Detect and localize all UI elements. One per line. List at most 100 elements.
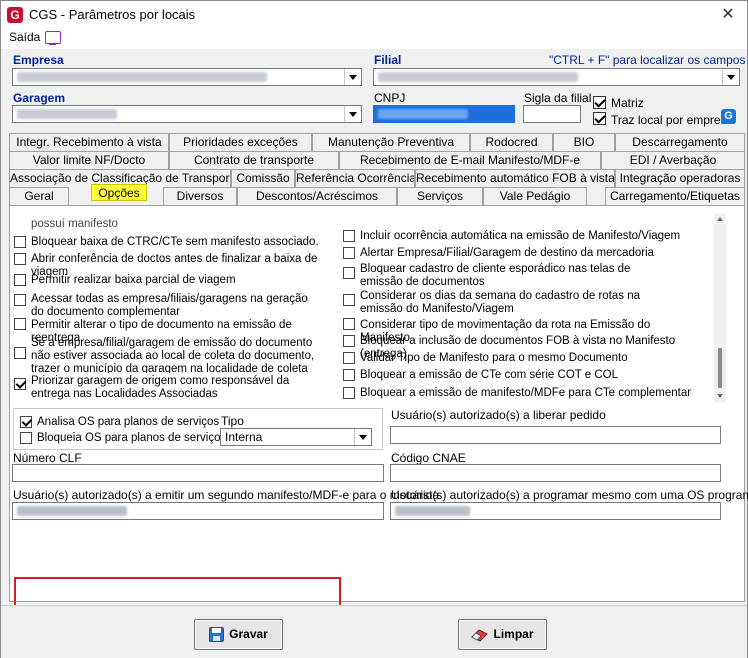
- option-label: Bloquear baixa de CTRC/CTe sem manifesto…: [31, 236, 319, 248]
- tab-comissao[interactable]: Comissão: [231, 169, 295, 187]
- option-checkbox[interactable]: [14, 253, 26, 265]
- option-checkbox[interactable]: [343, 369, 355, 381]
- tipo-value: Interna: [225, 430, 263, 444]
- menu-bar: Saída: [1, 29, 747, 49]
- tab-prioridades[interactable]: Prioridades exceções: [169, 133, 312, 151]
- app-window: G CGS - Parâmetros por locais ✕ Saída Em…: [0, 0, 748, 658]
- tab-carregamento[interactable]: Carregamento/Etiquetas: [605, 187, 745, 206]
- traz-local-label: Traz local por empresa: [611, 113, 734, 127]
- window-title: CGS - Parâmetros por locais: [29, 7, 196, 22]
- scroll-up-icon[interactable]: [717, 217, 723, 221]
- menu-saida[interactable]: Saída: [9, 30, 40, 44]
- redacted-value: [378, 109, 468, 119]
- usuario-programar-label: Usuário(s) autorizado(s) a programar mes…: [391, 488, 748, 502]
- option-checkbox[interactable]: [343, 230, 355, 242]
- chevron-down-icon[interactable]: [344, 69, 361, 85]
- codigo-cnae-label: Código CNAE: [391, 451, 466, 465]
- tab-integr-recebimento[interactable]: Integr. Recebimento à vista: [9, 133, 169, 151]
- matriz-checkbox[interactable]: [593, 96, 606, 109]
- option-checkbox[interactable]: [14, 274, 26, 286]
- cnpj-label: CNPJ: [374, 91, 406, 105]
- app-logo-icon: G: [7, 7, 23, 23]
- tab-manutencao[interactable]: Manutenção Preventiva: [312, 133, 470, 151]
- bottom-bar: Gravar Limpar: [1, 605, 747, 658]
- option-checkbox[interactable]: [14, 347, 26, 359]
- tab-servicos[interactable]: Serviços: [397, 187, 483, 206]
- redacted-value: [17, 109, 117, 119]
- highlight-box: [14, 577, 341, 608]
- tab-valor-limite[interactable]: Valor limite NF/Docto: [9, 151, 169, 169]
- filial-label: Filial: [374, 53, 402, 67]
- tab-diversos[interactable]: Diversos: [163, 187, 237, 206]
- redacted-value: [17, 72, 267, 82]
- option-checkbox[interactable]: [343, 247, 355, 259]
- numero-clf-field[interactable]: [12, 464, 384, 482]
- option-checkbox[interactable]: [343, 335, 355, 347]
- usuario-programar-field[interactable]: [390, 502, 721, 520]
- option-checkbox[interactable]: [343, 318, 355, 330]
- bloqueia-os-checkbox[interactable]: [20, 432, 32, 444]
- scroll-thumb[interactable]: [718, 348, 722, 388]
- option-label: Incluir ocorrência automática na emissão…: [360, 230, 681, 242]
- eraser-icon: [471, 629, 489, 642]
- analisa-os-checkbox[interactable]: [20, 416, 32, 428]
- options-scrollbar[interactable]: [714, 214, 726, 402]
- tab-contrato[interactable]: Contrato de transporte: [169, 151, 339, 169]
- options-panel: possuí manifesto Bloquear baixa de CTRC/…: [9, 205, 748, 608]
- tab-descarregamento[interactable]: Descarregamento: [615, 133, 745, 151]
- option-label: Considerar os dias da semana do cadastro…: [360, 290, 640, 315]
- tab-geral[interactable]: Geral: [9, 187, 69, 206]
- tab-vale-pedagio[interactable]: Vale Pedágio: [483, 187, 587, 206]
- option-checkbox[interactable]: [343, 267, 355, 279]
- garagem-combo[interactable]: [12, 105, 362, 123]
- codigo-cnae-field[interactable]: [390, 464, 721, 482]
- sigla-label: Sigla da filial: [524, 91, 592, 105]
- usuario-liberar-field[interactable]: [390, 426, 721, 444]
- option-checkbox[interactable]: [14, 294, 26, 306]
- tab-recebimento-fob[interactable]: Recebimento automático FOB à vista: [415, 169, 615, 187]
- title-bar: G CGS - Parâmetros por locais ✕: [1, 1, 747, 29]
- option-checkbox[interactable]: [343, 387, 355, 399]
- empresa-combo[interactable]: [12, 68, 362, 86]
- tab-descontos[interactable]: Descontos/Acréscimos: [237, 187, 397, 206]
- usuario-segundo-label: Usuário(s) autorizado(s) a emitir um seg…: [13, 488, 440, 502]
- tab-referencia[interactable]: Referência Ocorrência: [295, 169, 415, 187]
- option-label: Se a empresa/filial/garagem de emissão d…: [31, 337, 315, 373]
- option-label: Validar Tipo de Manifesto para o mesmo D…: [360, 352, 628, 364]
- limpar-label: Limpar: [493, 627, 534, 641]
- monitor-icon[interactable]: [45, 31, 61, 45]
- limpar-button[interactable]: Limpar: [458, 619, 547, 650]
- tab-recebimento-email[interactable]: Recebimento de E-mail Manifesto/MDF-e: [339, 151, 601, 169]
- tab-bio[interactable]: BIO: [553, 133, 615, 151]
- option-checkbox[interactable]: [14, 318, 26, 330]
- g-logo-icon[interactable]: G: [721, 109, 736, 124]
- hint-text: "CTRL + F" para localizar os campos: [549, 53, 746, 67]
- tab-rodocred[interactable]: Rodocred: [470, 133, 553, 151]
- gravar-button[interactable]: Gravar: [194, 619, 283, 650]
- option-clip: Se a empresa/filial/garagem de emissão d…: [31, 337, 331, 373]
- chevron-down-icon[interactable]: [344, 106, 361, 122]
- matriz-label: Matriz: [611, 96, 644, 110]
- tab-integracao[interactable]: Integração operadoras: [615, 169, 745, 187]
- tab-edi-averbacao[interactable]: EDI / Averbação: [601, 151, 745, 169]
- usuario-segundo-field[interactable]: [12, 502, 384, 520]
- option-label: Bloquear cadastro de cliente esporádico …: [360, 263, 631, 288]
- tipo-combo[interactable]: Interna: [220, 428, 372, 446]
- close-button[interactable]: ✕: [717, 5, 739, 25]
- filial-combo[interactable]: [373, 68, 740, 86]
- option-label: Permitir realizar baixa parcial de viage…: [31, 274, 236, 286]
- option-checkbox[interactable]: [343, 294, 355, 306]
- sigla-field[interactable]: [523, 105, 581, 123]
- cnpj-field[interactable]: [373, 105, 515, 123]
- chevron-down-icon[interactable]: [722, 69, 739, 85]
- empresa-label: Empresa: [13, 53, 64, 67]
- option-checkbox[interactable]: [343, 352, 355, 364]
- analisa-os-label: Analisa OS para planos de serviços: [37, 416, 220, 428]
- usuario-liberar-label: Usuário(s) autorizado(s) a liberar pedid…: [391, 408, 606, 422]
- traz-local-checkbox[interactable]: [593, 112, 606, 125]
- scroll-down-icon[interactable]: [717, 394, 723, 398]
- tab-opcoes[interactable]: Opções: [91, 184, 147, 201]
- chevron-down-icon[interactable]: [354, 429, 371, 445]
- priorizar-garagem-checkbox[interactable]: [14, 378, 26, 390]
- option-checkbox[interactable]: [14, 236, 26, 248]
